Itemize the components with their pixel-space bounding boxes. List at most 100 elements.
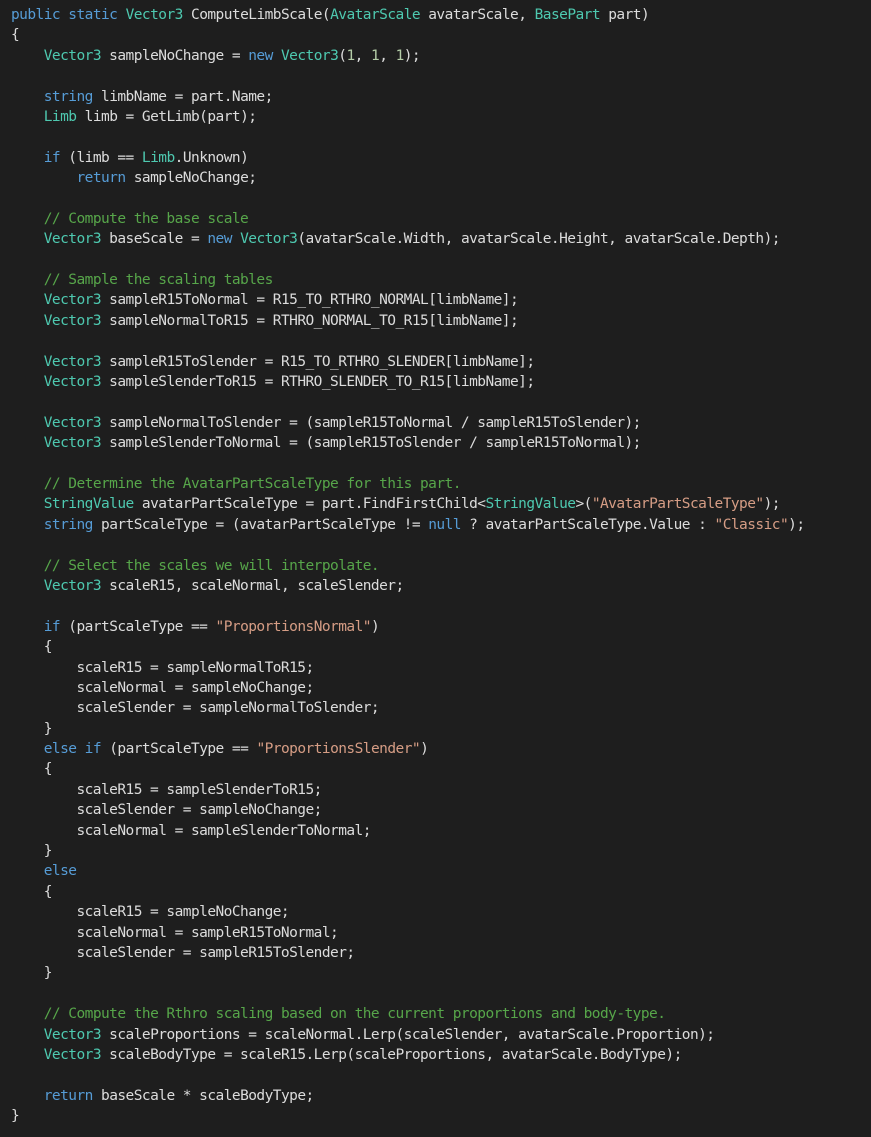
code-token-type: Vector3 [125,7,184,23]
code-line: else if (partScaleType == "ProportionsSl… [11,739,805,759]
code-token-type: StringValue [485,496,576,513]
code-line: return sampleNoChange; [11,168,805,188]
code-token-plain: ); [403,47,421,64]
code-token-plain: , [379,47,396,64]
code-line: Vector3 sampleR15ToSlender = R15_TO_RTHR… [11,352,805,372]
code-token-plain: scaleNormal = sampleSlenderToNormal; [11,822,371,839]
code-editor[interactable]: public static Vector3 ComputeLimbScale(A… [0,0,871,1137]
code-token-str: "ProportionsNormal" [215,618,372,635]
code-line: { [11,637,805,657]
code-token-plain: (partScaleType == [101,741,257,758]
code-token-plain: sampleNoChange; [125,170,257,187]
code-token-kw: public [11,7,61,23]
code-token-plain: } [11,1108,20,1125]
code-token-str: "Classic" [714,516,789,533]
code-token-comment: // Compute the Rthro scaling based on th… [43,1006,666,1023]
code-line: Vector3 sampleSlenderToR15 = RTHRO_SLEND… [11,372,805,392]
code-line: if (limb == Limb.Unknown) [11,148,805,168]
code-token-plain: scaleR15 = sampleSlenderToR15; [11,781,322,798]
code-token-kw: string [43,88,94,105]
code-token-plain: ) [420,741,429,758]
code-token-plain: sampleNoChange = [101,47,249,64]
code-text[interactable]: public static Vector3 ComputeLimbScale(A… [11,5,805,1126]
code-token-num: 1 [371,47,380,64]
code-token-kw: if [43,149,61,166]
code-line: Vector3 scaleR15, scaleNormal, scaleSlen… [11,576,805,596]
code-token-plain: { [11,883,53,900]
code-line: // Compute the Rthro scaling based on th… [11,1004,805,1024]
code-token-kw: return [43,1087,94,1104]
code-line: Limb limb = GetLimb(part); [11,107,805,127]
code-line: StringValue avatarPartScaleType = part.F… [11,494,805,514]
code-line: scaleSlender = sampleR15ToSlender; [11,943,805,963]
code-line: // Sample the scaling tables [11,270,805,290]
code-token-plain: .Unknown) [174,149,249,166]
code-token-plain: ? avatarPartScaleType.Value : [460,516,715,533]
code-line: scaleSlender = sampleNormalToSlender; [11,698,805,718]
code-line: scaleSlender = sampleNoChange; [11,800,805,820]
code-line: { [11,882,805,902]
code-token-type: Vector3 [43,414,102,431]
code-token-kw: else [43,863,77,880]
code-line: Vector3 sampleNoChange = new Vector3(1, … [11,46,805,66]
code-token-kw: static [68,7,118,23]
code-token-plain: sampleSlenderToR15 = RTHRO_SLENDER_TO_R1… [101,374,535,391]
code-token-plain: >( [575,496,592,513]
code-token-type: AvatarScale [330,7,421,23]
code-token-plain: scaleSlender = sampleR15ToSlender; [11,944,355,961]
code-line: Vector3 baseScale = new Vector3(avatarSc… [11,229,805,249]
code-token-type: Limb [141,149,175,166]
code-line: // Compute the base scale [11,209,805,229]
code-token-num: 1 [346,47,355,64]
code-token-plain: baseScale * scaleBodyType; [92,1087,314,1104]
code-token-kw: if [43,618,61,635]
code-token-plain: } [11,965,53,982]
code-token-plain: scaleNormal = sampleNoChange; [11,679,314,696]
code-token-plain: sampleSlenderToNormal = (sampleR15ToSlen… [101,435,641,452]
code-token-kw: return [76,170,126,187]
code-line: { [11,25,805,45]
code-line: { [11,759,805,779]
code-token-plain: sampleNormalToR15 = RTHRO_NORMAL_TO_R15[… [101,312,519,329]
code-token-kw: if [84,741,102,758]
code-token-plain: scaleBodyType = scaleR15.Lerp(scalePropo… [101,1046,682,1063]
code-token-plain: limb = GetLimb(part); [76,108,257,125]
code-line: } [11,719,805,739]
code-token-plain: partScaleType = (avatarPartScaleType != [92,516,429,533]
code-token-plain: { [11,27,20,44]
code-token-plain: { [11,761,53,778]
code-token-plain: avatarScale, [420,7,535,23]
code-token-plain: } [11,843,53,860]
code-token-plain: scaleSlender = sampleNoChange; [11,802,322,819]
code-token-type: Vector3 [43,292,102,309]
code-line: Vector3 scaleBodyType = scaleR15.Lerp(sc… [11,1045,805,1065]
code-line: Vector3 sampleNormalToSlender = (sampleR… [11,413,805,433]
code-token-type: Limb [43,108,77,125]
code-line: string limbName = part.Name; [11,87,805,107]
code-line: } [11,1106,805,1126]
code-token-plain: limbName = part.Name; [92,88,273,105]
code-line: scaleNormal = sampleR15ToNormal; [11,923,805,943]
